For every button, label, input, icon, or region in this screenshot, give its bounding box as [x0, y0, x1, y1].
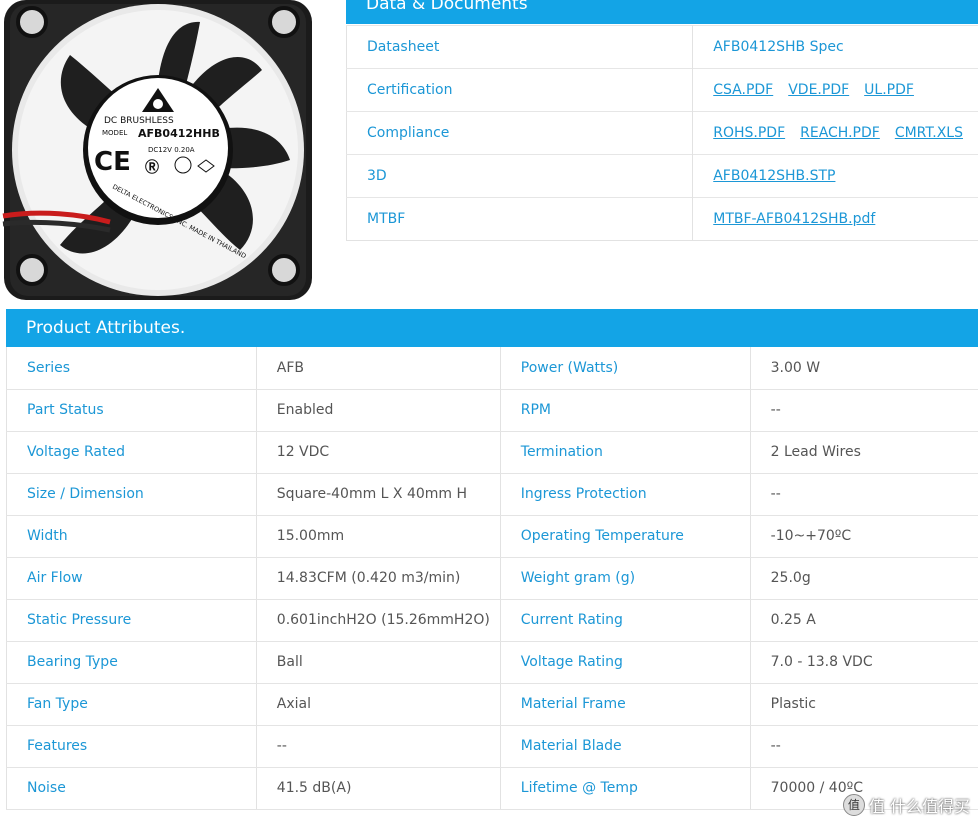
- attribute-row: Bearing Type Ball Voltage Rating 7.0 - 13.8…: [6, 641, 978, 684]
- docs-row: Compliance ROHS.PDF REACH.PDF CMRT.XLS: [346, 111, 978, 155]
- attribute-label: Features: [6, 725, 257, 768]
- watermark-text: 值 什么值得买: [868, 797, 970, 816]
- attribute-label: Series: [6, 347, 257, 390]
- attribute-label: Voltage Rating: [500, 641, 751, 684]
- attributes-header: Product Attributes.: [6, 309, 978, 347]
- attribute-label: Operating Temperature: [500, 515, 751, 558]
- docs-table: Datasheet AFB0412SHB Spec Certification CSA…: [346, 25, 978, 241]
- attribute-label: Size / Dimension: [6, 473, 257, 516]
- attribute-value: 14.83CFM (0.420 m3/min): [256, 557, 501, 600]
- attributes-title: Product Attributes.: [26, 318, 186, 338]
- attribute-label: Ingress Protection: [500, 473, 751, 516]
- attribute-value: Square-40mm L X 40mm H: [256, 473, 501, 516]
- attribute-label: Static Pressure: [6, 599, 257, 642]
- document-link[interactable]: VDE.PDF: [788, 82, 849, 98]
- attribute-value: --: [256, 725, 501, 768]
- fan-model-label: MODEL: [102, 129, 127, 137]
- attribute-label: Part Status: [6, 389, 257, 432]
- document-link[interactable]: MTBF-AFB0412SHB.pdf: [713, 211, 875, 227]
- docs-row-label: Datasheet: [346, 25, 694, 69]
- docs-row-label: Certification: [346, 68, 694, 112]
- docs-row-value: ROHS.PDF REACH.PDF CMRT.XLS: [692, 111, 978, 155]
- attribute-value: Enabled: [256, 389, 501, 432]
- docs-row-value: CSA.PDF VDE.PDF UL.PDF: [692, 68, 978, 112]
- docs-row: MTBF MTBF-AFB0412SHB.pdf: [346, 197, 978, 241]
- document-link[interactable]: CSA.PDF: [713, 82, 773, 98]
- ce-mark-icon: CE: [94, 147, 131, 177]
- attribute-label: Weight gram (g): [500, 557, 751, 600]
- document-link[interactable]: REACH.PDF: [800, 125, 880, 141]
- ul-mark-icon: Ⓡ: [145, 159, 159, 176]
- attribute-row: Part Status Enabled RPM --: [6, 389, 978, 432]
- fan-rating: DC12V 0.20A: [148, 146, 195, 154]
- attribute-value: 0.601inchH2O (15.26mmH2O): [256, 599, 501, 642]
- attribute-label: Air Flow: [6, 557, 257, 600]
- docs-row: 3D AFB0412SHB.STP: [346, 154, 978, 198]
- attribute-label: Noise: [6, 767, 257, 810]
- attribute-row: Size / Dimension Square-40mm L X 40mm H In…: [6, 473, 978, 516]
- attribute-row: Noise 41.5 dB(A) Lifetime @ Temp 70000 / 40…: [6, 767, 978, 810]
- attribute-value: 7.0 - 13.8 VDC: [750, 641, 978, 684]
- attribute-value: -10~+70ºC: [750, 515, 978, 558]
- attribute-row: Fan Type Axial Material Frame Plastic: [6, 683, 978, 726]
- document-text: AFB0412SHB Spec: [713, 39, 844, 55]
- attribute-value: 0.25 A: [750, 599, 978, 642]
- attribute-row: Air Flow 14.83CFM (0.420 m3/min) Weight gr…: [6, 557, 978, 600]
- attribute-label: Material Frame: [500, 683, 751, 726]
- attribute-value: 15.00mm: [256, 515, 501, 558]
- zhi-badge-icon: 值: [842, 794, 865, 816]
- attribute-row: Voltage Rated 12 VDC Termination 2 Lead Wir…: [6, 431, 978, 474]
- docs-title: Data & Documents: [366, 0, 528, 14]
- attribute-value: Plastic: [750, 683, 978, 726]
- attribute-value: --: [750, 473, 978, 516]
- attribute-label: Current Rating: [500, 599, 751, 642]
- docs-header: Data & Documents: [346, 0, 978, 24]
- attribute-value: AFB: [256, 347, 501, 390]
- attribute-value: --: [750, 389, 978, 432]
- attributes-table: Series AFB Power (Watts) 3.00 W Part Status E…: [6, 347, 978, 810]
- docs-row-value: MTBF-AFB0412SHB.pdf: [692, 197, 978, 241]
- attribute-label: Material Blade: [500, 725, 751, 768]
- attribute-value: --: [750, 725, 978, 768]
- attribute-label: Power (Watts): [500, 347, 751, 390]
- attribute-label: Termination: [500, 431, 751, 474]
- attribute-label: Fan Type: [6, 683, 257, 726]
- docs-row: Certification CSA.PDF VDE.PDF UL.PDF: [346, 68, 978, 112]
- attribute-value: 3.00 W: [750, 347, 978, 390]
- attribute-row: Series AFB Power (Watts) 3.00 W: [6, 347, 978, 390]
- docs-row-label: Compliance: [346, 111, 694, 155]
- docs-row: Datasheet AFB0412SHB Spec: [346, 25, 978, 69]
- attribute-row: Width 15.00mm Operating Temperature -10~+70…: [6, 515, 978, 558]
- attribute-label: Bearing Type: [6, 641, 257, 684]
- product-image: DC BRUSHLESS MODEL AFB0412HHB CE DC12V 0…: [0, 0, 316, 302]
- watermark: 值 值 什么值得买: [842, 793, 970, 817]
- attribute-value: 25.0g: [750, 557, 978, 600]
- attribute-value: 12 VDC: [256, 431, 501, 474]
- attribute-value: Axial: [256, 683, 501, 726]
- attribute-label: Width: [6, 515, 257, 558]
- fan-model: AFB0412HHB: [138, 127, 220, 140]
- document-link[interactable]: CMRT.XLS: [895, 125, 963, 141]
- attribute-label: Lifetime @ Temp: [500, 767, 751, 810]
- attribute-value: Ball: [256, 641, 501, 684]
- attribute-value: 2 Lead Wires: [750, 431, 978, 474]
- document-link[interactable]: UL.PDF: [864, 82, 914, 98]
- attribute-row: Features -- Material Blade --: [6, 725, 978, 768]
- docs-row-label: MTBF: [346, 197, 694, 241]
- fan-photo: DC BRUSHLESS MODEL AFB0412HHB CE DC12V 0…: [2, 0, 312, 300]
- attribute-label: Voltage Rated: [6, 431, 257, 474]
- attribute-row: Static Pressure 0.601inchH2O (15.26mmH2O)…: [6, 599, 978, 642]
- document-link[interactable]: AFB0412SHB.STP: [713, 168, 835, 184]
- docs-row-value: AFB0412SHB Spec: [692, 25, 978, 69]
- attribute-label: RPM: [500, 389, 751, 432]
- fan-label-top: DC BRUSHLESS: [104, 116, 174, 126]
- docs-row-value: AFB0412SHB.STP: [692, 154, 978, 198]
- docs-row-label: 3D: [346, 154, 694, 198]
- attribute-value: 41.5 dB(A): [256, 767, 501, 810]
- document-link[interactable]: ROHS.PDF: [713, 125, 785, 141]
